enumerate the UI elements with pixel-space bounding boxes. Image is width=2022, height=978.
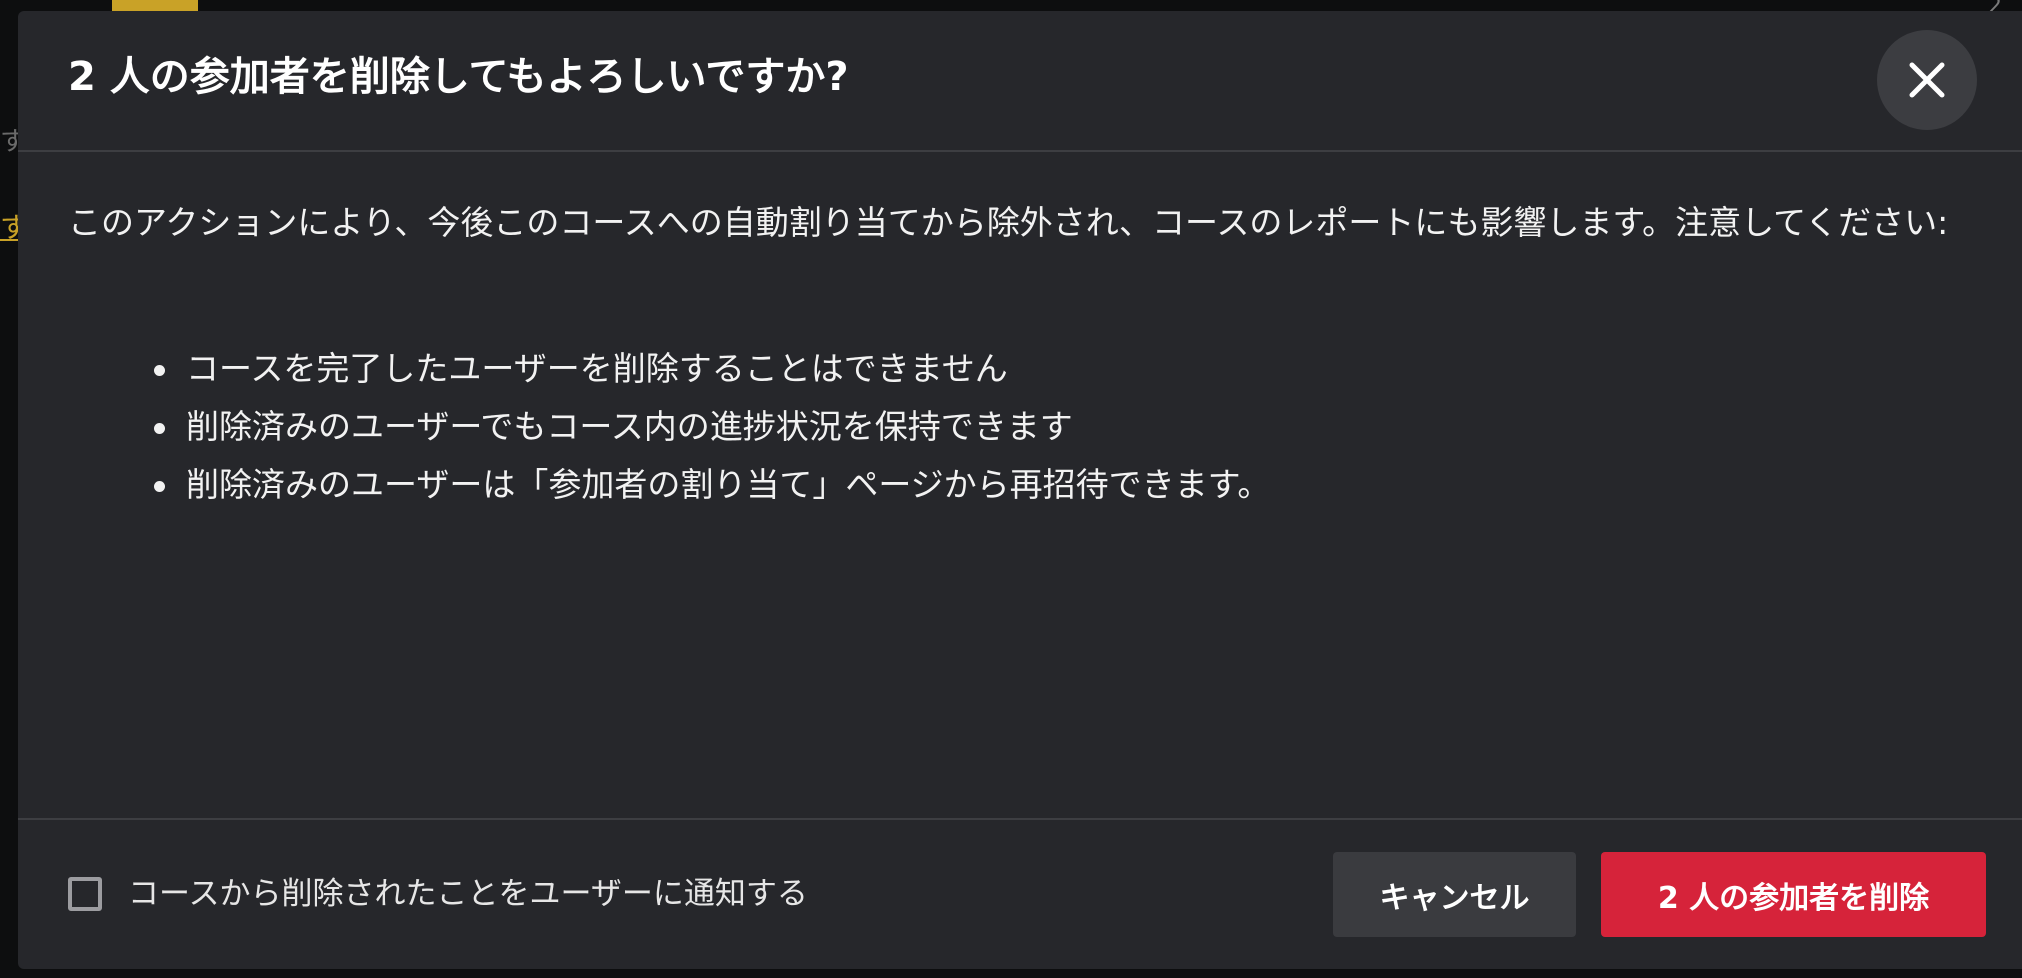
cancel-button[interactable]: キャンセル bbox=[1333, 852, 1576, 937]
dialog-body: このアクションにより、今後このコースへの自動割り当てから除外され、コースのレポー… bbox=[18, 152, 2022, 828]
caution-list: コースを完了したユーザーを削除することはできません 削除済みのユーザーでもコース… bbox=[68, 340, 1968, 514]
dialog-header: 2 人の参加者を削除してもよろしいですか? bbox=[18, 11, 2022, 152]
list-item: コースを完了したユーザーを削除することはできません bbox=[68, 340, 1968, 398]
notify-users-label: コースから削除されたことをユーザーに通知する bbox=[128, 876, 808, 912]
remove-participants-dialog: 2 人の参加者を削除してもよろしいですか? このアクションにより、今後このコース… bbox=[18, 11, 2022, 969]
list-item: 削除済みのユーザーでもコース内の進捗状況を保持できます bbox=[68, 398, 1968, 456]
background-text: す bbox=[0, 127, 18, 157]
notify-users-option[interactable]: コースから削除されたことをユーザーに通知する bbox=[68, 872, 808, 916]
dialog-intro-text: このアクションにより、今後このコースへの自動割り当てから除外され、コースのレポー… bbox=[68, 203, 1949, 242]
dialog-footer: コースから削除されたことをユーザーに通知する キャンセル 2 人の参加者を削除 bbox=[18, 818, 2022, 969]
list-item: 削除済みのユーザーは「参加者の割り当て」ページから再招待できます。 bbox=[68, 456, 1968, 514]
remove-participants-button[interactable]: 2 人の参加者を削除 bbox=[1601, 852, 1986, 937]
close-icon bbox=[1909, 62, 1945, 98]
background-link: す bbox=[0, 211, 18, 244]
notify-users-checkbox[interactable] bbox=[68, 877, 102, 911]
close-button[interactable] bbox=[1877, 30, 1977, 130]
dialog-title: 2 人の参加者を削除してもよろしいですか? bbox=[68, 54, 849, 100]
